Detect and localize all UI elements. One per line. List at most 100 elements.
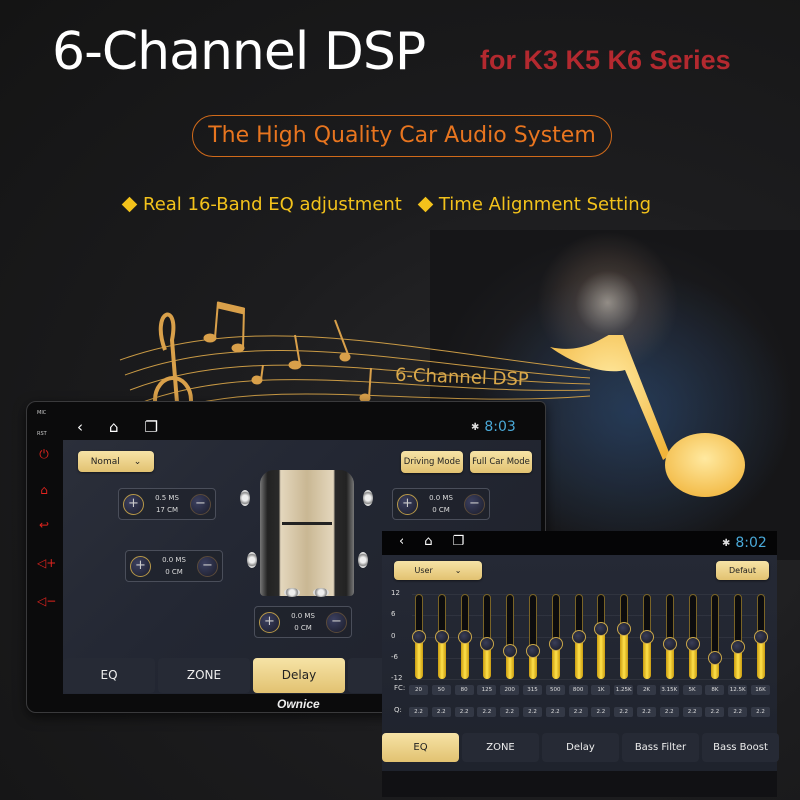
eq-knob[interactable] <box>457 629 472 644</box>
fc-value[interactable]: 1K <box>591 685 611 695</box>
power-icon[interactable]: ⏻ <box>37 447 51 461</box>
eq-knob[interactable] <box>662 636 677 651</box>
minus-button[interactable]: − <box>326 611 347 633</box>
fc-value[interactable]: 80 <box>454 685 474 695</box>
tab-eq[interactable]: EQ <box>63 658 155 693</box>
eq-knob[interactable] <box>754 629 768 644</box>
q-value[interactable]: 2.2 <box>545 707 565 717</box>
status-bar: ✱ 8:03 <box>471 419 516 435</box>
eq-band-slider[interactable] <box>594 594 609 679</box>
tab-delay[interactable]: Delay <box>253 658 345 693</box>
eq-band-slider[interactable] <box>617 594 632 679</box>
tab-zone[interactable]: ZONE <box>158 658 250 693</box>
eq-knob[interactable] <box>617 622 632 637</box>
minus-button[interactable]: − <box>190 493 211 515</box>
q-value[interactable]: 2.2 <box>751 707 770 717</box>
eq-knob[interactable] <box>708 650 723 665</box>
fc-value[interactable]: 500 <box>545 685 565 695</box>
q-value[interactable]: 2.2 <box>409 707 428 717</box>
eq-knob[interactable] <box>526 643 540 658</box>
eq-knob[interactable] <box>731 640 746 655</box>
q-value[interactable]: 2.2 <box>728 707 748 717</box>
tab-eq[interactable]: EQ <box>382 733 459 762</box>
eq-band-slider[interactable] <box>662 594 677 679</box>
minus-button[interactable]: − <box>464 493 485 515</box>
fc-value[interactable]: 8K <box>705 685 725 695</box>
fc-value[interactable]: 3.15K <box>659 685 679 695</box>
eq-band-slider[interactable] <box>526 594 540 679</box>
eq-band-slider[interactable] <box>754 594 768 679</box>
eq-band-slider[interactable] <box>571 594 586 679</box>
q-value[interactable]: 2.2 <box>637 707 656 717</box>
eq-knob[interactable] <box>640 629 654 644</box>
plus-button[interactable]: + <box>259 611 280 633</box>
tab-delay[interactable]: Delay <box>542 733 619 762</box>
q-value[interactable]: 2.2 <box>682 707 702 717</box>
fc-value[interactable]: 5K <box>682 685 702 695</box>
fc-value[interactable]: 315 <box>523 685 542 695</box>
tab-zone[interactable]: ZONE <box>462 733 539 762</box>
plus-button[interactable]: + <box>397 493 418 515</box>
q-value[interactable]: 2.2 <box>500 707 520 717</box>
eq-band-slider[interactable] <box>685 594 700 679</box>
volume-up-icon[interactable]: ◁+ <box>37 556 56 570</box>
eq-band-slider[interactable] <box>457 594 472 679</box>
eq-band-slider[interactable] <box>731 594 746 679</box>
home-icon[interactable]: ⌂ <box>37 483 51 497</box>
fc-value[interactable]: 50 <box>431 685 451 695</box>
series-subtitle: for K3 K5 K6 Series <box>480 45 731 75</box>
full-car-mode-button[interactable]: Full Car Mode <box>470 451 532 473</box>
q-value[interactable]: 2.2 <box>431 707 451 717</box>
fc-value[interactable]: 800 <box>568 685 588 695</box>
eq-band-slider[interactable] <box>480 594 495 679</box>
preset-dropdown[interactable]: Nomal ⌄ <box>78 451 154 472</box>
eq-knob[interactable] <box>503 643 518 658</box>
q-value[interactable]: 2.2 <box>568 707 588 717</box>
fc-value[interactable]: 2K <box>637 685 656 695</box>
plus-button[interactable]: + <box>123 493 144 515</box>
q-value[interactable]: 2.2 <box>659 707 679 717</box>
preset-dropdown[interactable]: User ⌄ <box>394 561 482 580</box>
recents-icon[interactable]: ❐ <box>452 534 464 549</box>
eq-band-slider[interactable] <box>434 594 449 679</box>
mic-label: MIC <box>37 410 47 416</box>
back-icon[interactable]: ‹ <box>77 418 83 436</box>
eq-knob[interactable] <box>434 629 449 644</box>
tab-bass-filter[interactable]: Bass Filter <box>622 733 699 762</box>
back-icon[interactable]: ↩ <box>37 518 51 532</box>
eq-knob[interactable] <box>548 636 563 651</box>
recents-icon[interactable]: ❐ <box>145 418 158 436</box>
default-button[interactable]: Defaut <box>716 561 769 580</box>
eq-knob[interactable] <box>594 622 609 637</box>
fc-value[interactable]: 20 <box>409 685 428 695</box>
minus-button[interactable]: − <box>197 555 218 577</box>
volume-down-icon[interactable]: ◁− <box>37 594 56 608</box>
fc-value[interactable]: 200 <box>500 685 520 695</box>
fc-value[interactable]: 16K <box>751 685 770 695</box>
eq-band-slider[interactable] <box>412 594 426 679</box>
back-icon[interactable]: ‹ <box>399 534 404 549</box>
delay-cm: 17 CM <box>155 506 179 514</box>
fc-value[interactable]: 12.5K <box>728 685 748 695</box>
eq-band-slider[interactable] <box>640 594 654 679</box>
eq-band-slider[interactable] <box>708 594 723 679</box>
plus-button[interactable]: + <box>130 555 151 577</box>
driving-mode-button[interactable]: Driving Mode <box>401 451 463 473</box>
q-value[interactable]: 2.2 <box>591 707 611 717</box>
q-value[interactable]: 2.2 <box>454 707 474 717</box>
fc-value[interactable]: 125 <box>477 685 497 695</box>
q-value[interactable]: 2.2 <box>614 707 634 717</box>
q-value[interactable]: 2.2 <box>705 707 725 717</box>
eq-band-slider[interactable] <box>548 594 563 679</box>
q-value[interactable]: 2.2 <box>477 707 497 717</box>
eq-knob[interactable] <box>571 629 586 644</box>
fc-value[interactable]: 1.25K <box>614 685 634 695</box>
eq-knob[interactable] <box>480 636 495 651</box>
home-icon[interactable]: ⌂ <box>109 418 119 436</box>
eq-knob[interactable] <box>685 636 700 651</box>
q-value[interactable]: 2.2 <box>523 707 542 717</box>
eq-band-slider[interactable] <box>503 594 518 679</box>
home-icon[interactable]: ⌂ <box>424 534 432 549</box>
tab-bass-boost[interactable]: Bass Boost <box>702 733 779 762</box>
eq-knob[interactable] <box>412 629 426 644</box>
